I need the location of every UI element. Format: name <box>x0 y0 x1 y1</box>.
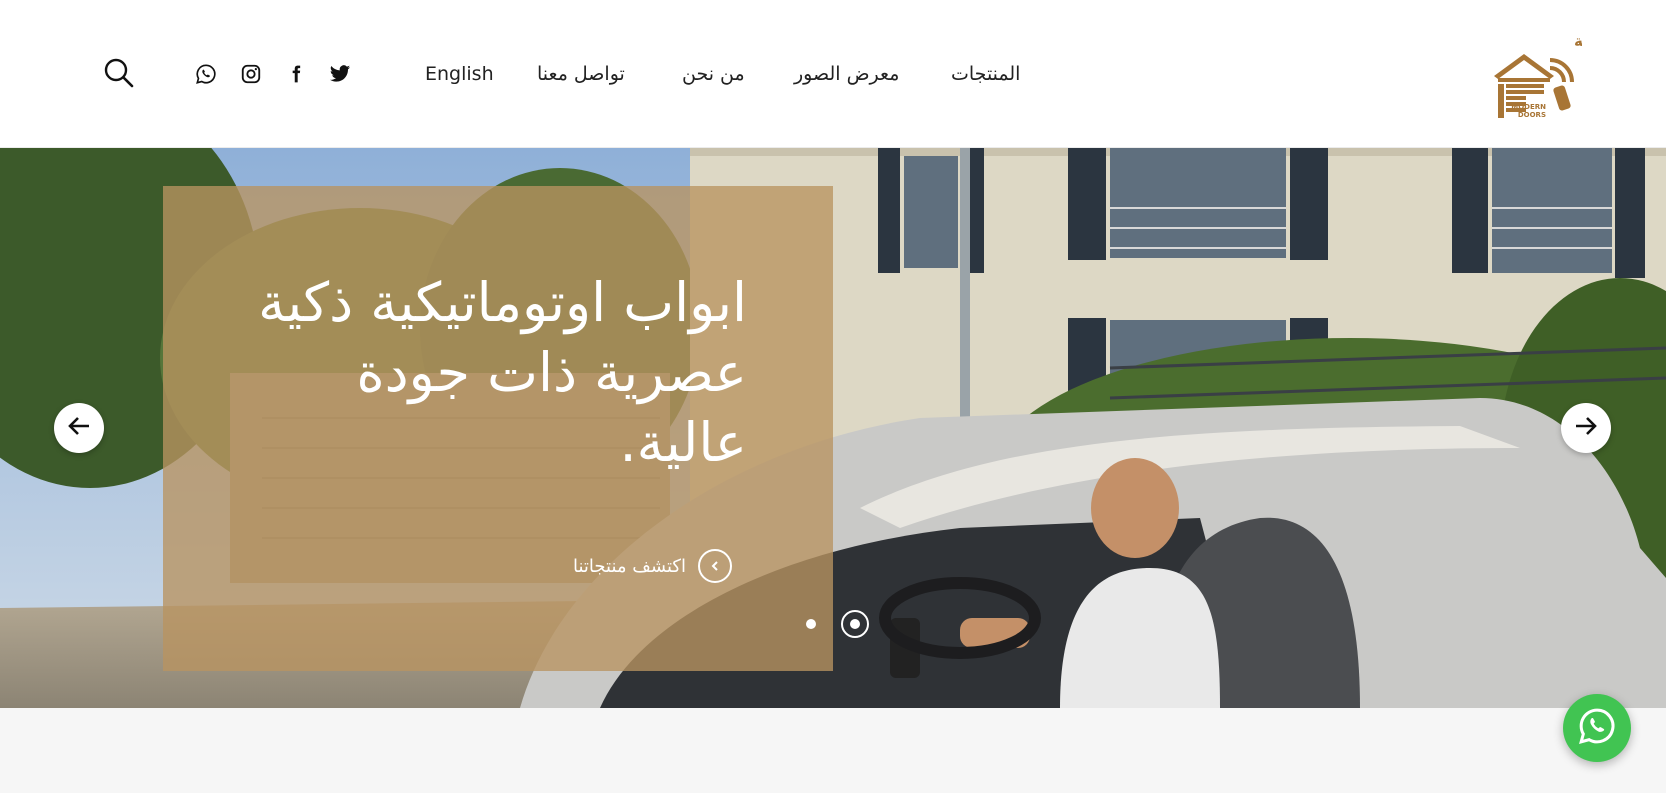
slider-prev-button[interactable] <box>54 403 104 453</box>
svg-text:الابواب العصرية: الابواب العصرية <box>1574 32 1582 50</box>
search-icon[interactable] <box>102 56 136 90</box>
active-dot-fill <box>850 619 860 629</box>
nav-language-english[interactable]: English <box>425 60 494 88</box>
logo-mark-icon: الابواب العصرية MODERN DOORS <box>1494 32 1666 119</box>
whatsapp-icon <box>1577 706 1617 750</box>
site-header: الابواب العصرية MODERN DOORS المنتجات مع… <box>0 0 1666 148</box>
slide-dot-2-active[interactable] <box>841 610 869 638</box>
nav-about[interactable]: من نحن <box>682 60 745 88</box>
arrow-left-icon <box>67 416 91 440</box>
slider-next-button[interactable] <box>1561 403 1611 453</box>
whatsapp-chat-button[interactable] <box>1563 694 1631 762</box>
whatsapp-icon[interactable] <box>192 60 220 88</box>
hero-text-panel: ابواب اوتوماتيكية ذكية عصرية ذات جودة عا… <box>163 186 833 671</box>
hero-slider: ابواب اوتوماتيكية ذكية عصرية ذات جودة عا… <box>0 148 1666 708</box>
discover-products-button[interactable]: اكتشف منتجاتنا <box>573 549 732 583</box>
facebook-icon[interactable] <box>282 60 310 88</box>
svg-text:MODERN: MODERN <box>1511 103 1546 111</box>
nav-products[interactable]: المنتجات <box>951 60 1020 88</box>
nav-gallery[interactable]: معرض الصور <box>794 60 899 88</box>
svg-text:DOORS: DOORS <box>1518 111 1546 119</box>
arrow-right-icon <box>1574 416 1598 440</box>
chevron-left-icon <box>697 549 732 583</box>
slide-dot-1[interactable] <box>806 619 816 629</box>
hero-headline: ابواب اوتوماتيكية ذكية عصرية ذات جودة عا… <box>258 271 747 474</box>
nav-contact[interactable]: تواصل معنا <box>537 60 625 88</box>
cta-label: اكتشف منتجاتنا <box>573 555 686 577</box>
instagram-icon[interactable] <box>237 60 265 88</box>
logo[interactable]: الابواب العصرية MODERN DOORS <box>1480 24 1666 124</box>
twitter-icon[interactable] <box>326 60 354 88</box>
